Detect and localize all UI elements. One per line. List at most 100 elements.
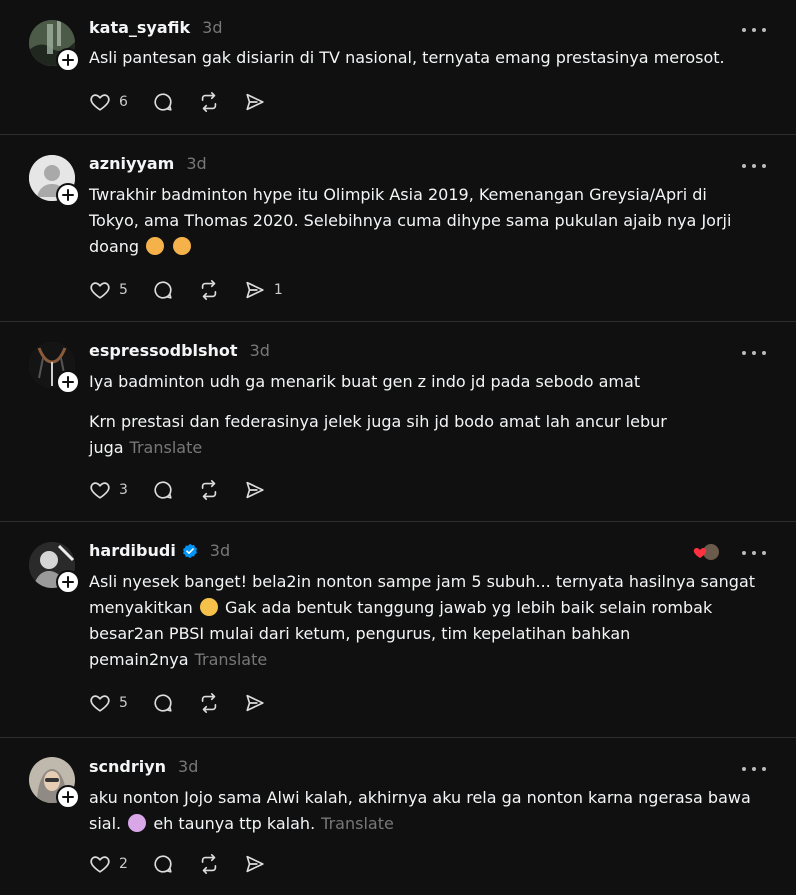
comment-icon (154, 481, 172, 499)
avatar-container[interactable] (29, 155, 80, 207)
follow-plus-icon[interactable] (56, 570, 80, 594)
crying-face-emoji-icon (128, 814, 147, 832)
post-actions: 5 (89, 691, 290, 715)
post-paragraph: Asli pantesan gak disiarin di TV nasiona… (89, 48, 725, 67)
reply-post: hardibudi 3d Asli nyesek banget! bela2in… (0, 522, 796, 738)
like-count: 5 (119, 282, 128, 298)
heart-icon (90, 282, 110, 299)
reply-post: scndriyn 3d aku nonton Jojo sama Alwi ka… (0, 738, 796, 895)
repost-button[interactable] (198, 852, 220, 876)
post-paragraph: aku nonton Jojo sama Alwi kalah, akhirny… (89, 785, 756, 837)
follow-plus-icon[interactable] (56, 183, 80, 207)
comment-button[interactable] (152, 691, 174, 715)
post-text: Twrakhir badminton hype itu Olimpik Asia… (89, 182, 756, 260)
username[interactable]: scndriyn (89, 757, 166, 776)
heart-icon (90, 482, 110, 499)
like-count: 6 (119, 94, 128, 110)
verified-icon (182, 543, 198, 559)
repost-icon (201, 92, 217, 112)
cat-face-emoji-icon (173, 237, 192, 255)
timestamp[interactable]: 3d (178, 757, 198, 776)
timestamp[interactable]: 3d (250, 341, 270, 360)
timestamp[interactable]: 3d (210, 541, 230, 560)
post-paragraph: Asli nyesek banget! bela2in nonton sampe… (89, 569, 756, 673)
more-options-icon[interactable] (742, 343, 766, 363)
comment-icon (154, 281, 172, 299)
like-count: 2 (119, 856, 128, 872)
author-liked-icon (692, 542, 722, 562)
post-paragraph-text: eh taunya ttp kalah. (153, 814, 316, 833)
heart-icon (90, 695, 110, 712)
like-button[interactable]: 5 (89, 278, 128, 302)
repost-button[interactable] (198, 90, 220, 114)
heart-icon (90, 94, 110, 111)
avatar-container[interactable] (29, 542, 80, 594)
translate-link[interactable]: Translate (195, 650, 268, 669)
reply-post: espressodblshot 3d Iya badminton udh ga … (0, 322, 796, 522)
comment-button[interactable] (152, 278, 174, 302)
repost-button[interactable] (198, 478, 220, 502)
repost-button[interactable] (198, 278, 220, 302)
post-text: Asli pantesan gak disiarin di TV nasiona… (89, 45, 756, 71)
repost-icon (201, 280, 217, 300)
post-actions: 3 (89, 478, 290, 502)
like-button[interactable]: 6 (89, 90, 128, 114)
share-button[interactable] (244, 852, 266, 876)
repost-icon (201, 693, 217, 713)
avatar-container[interactable] (29, 342, 80, 394)
like-button[interactable]: 2 (89, 852, 128, 876)
comment-icon (154, 93, 172, 111)
follow-plus-icon[interactable] (56, 785, 80, 809)
share-button[interactable]: 1 (244, 278, 283, 302)
avatar-container[interactable] (29, 20, 80, 72)
post-text: Asli nyesek banget! bela2in nonton sampe… (89, 569, 756, 673)
cat-face-emoji-icon (146, 237, 165, 255)
share-icon (246, 694, 264, 712)
username[interactable]: hardibudi (89, 541, 176, 560)
post-actions: 5 1 (89, 278, 307, 302)
follow-plus-icon[interactable] (56, 370, 80, 394)
post-paragraph: Krn prestasi dan federasinya jelek juga … (89, 409, 756, 461)
more-options-icon[interactable] (742, 543, 766, 563)
comment-button[interactable] (152, 852, 174, 876)
like-button[interactable]: 5 (89, 691, 128, 715)
repost-button[interactable] (198, 691, 220, 715)
share-icon (246, 481, 264, 499)
share-button[interactable] (244, 478, 266, 502)
like-count: 3 (119, 482, 128, 498)
repost-icon (201, 480, 217, 500)
like-button[interactable]: 3 (89, 478, 128, 502)
translate-link[interactable]: Translate (321, 814, 394, 833)
post-text: Iya badminton udh ga menarik buat gen z … (89, 369, 756, 461)
post-text: aku nonton Jojo sama Alwi kalah, akhirny… (89, 785, 756, 837)
post-actions: 6 (89, 90, 290, 114)
username[interactable]: azniyyam (89, 154, 174, 173)
comment-button[interactable] (152, 478, 174, 502)
share-icon (246, 281, 264, 299)
more-options-icon[interactable] (742, 759, 766, 779)
share-icon (246, 855, 264, 873)
share-icon (246, 93, 264, 111)
repost-icon (201, 854, 217, 874)
username[interactable]: espressodblshot (89, 341, 238, 360)
comment-icon (154, 694, 172, 712)
heart-icon (90, 856, 110, 873)
more-options-icon[interactable] (742, 156, 766, 176)
post-paragraph: Twrakhir badminton hype itu Olimpik Asia… (89, 182, 756, 260)
comment-icon (154, 855, 172, 873)
thread-replies-feed: kata_syafik 3d Asli pantesan gak disiari… (0, 0, 796, 895)
like-count: 5 (119, 695, 128, 711)
avatar-container[interactable] (29, 757, 80, 809)
pleading-face-emoji-icon (199, 598, 218, 616)
timestamp[interactable]: 3d (202, 18, 222, 37)
reply-post: azniyyam 3d Twrakhir badminton hype itu … (0, 135, 796, 322)
share-button[interactable] (244, 691, 266, 715)
post-actions: 2 (89, 852, 290, 876)
share-button[interactable] (244, 90, 266, 114)
comment-button[interactable] (152, 90, 174, 114)
timestamp[interactable]: 3d (186, 154, 206, 173)
translate-link[interactable]: Translate (130, 438, 203, 457)
username[interactable]: kata_syafik (89, 18, 190, 37)
follow-plus-icon[interactable] (56, 48, 80, 72)
more-options-icon[interactable] (742, 20, 766, 40)
